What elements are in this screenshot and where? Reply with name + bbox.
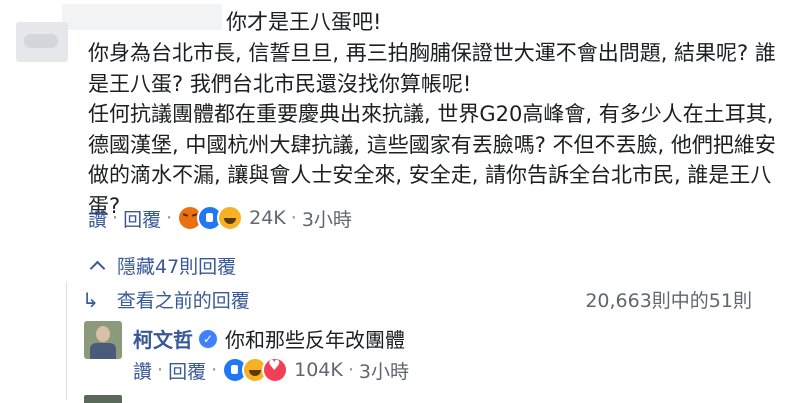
reply-thread-line [66, 282, 67, 400]
hide-replies-label: 隱藏47則回覆 [117, 256, 237, 278]
reply-link[interactable]: 回覆 [123, 205, 161, 232]
reply-author-name[interactable]: 柯文哲 [133, 324, 193, 353]
comment-headline: 你才是王八蛋吧! [226, 10, 382, 34]
reply-action-bar: 讚 · 回覆 · 104K · 3小時 [133, 357, 409, 383]
separator-dot: · [290, 207, 297, 229]
comment-body: 你身為台北市長, 信誓旦旦, 再三拍胸脯保證世大運不會出問題, 結果呢? 誰是王… [88, 38, 788, 221]
view-previous-replies-link[interactable]: 查看之前的回覆 [117, 286, 250, 313]
reply-timestamp[interactable]: 3小時 [359, 357, 409, 384]
reply-reaction-count[interactable]: 104K [294, 359, 343, 381]
chevron-up-icon [89, 260, 106, 277]
like-link[interactable]: 讚 [88, 205, 107, 232]
comment-paragraph-1: 你身為台北市長, 信誓旦旦, 再三拍胸脯保證世大運不會出問題, 結果呢? 誰是王… [88, 41, 776, 96]
separator-dot: · [112, 207, 119, 229]
reply-author-avatar[interactable] [84, 321, 122, 359]
reply-like-link[interactable]: 讚 [133, 357, 152, 384]
separator-dot: · [211, 359, 218, 381]
love-icon [262, 357, 289, 383]
blurred-author-name [62, 4, 222, 30]
haha-icon [217, 205, 244, 231]
comment-timestamp[interactable]: 3小時 [302, 205, 352, 232]
comment-action-bar: 讚 · 回覆 · 24K · 3小時 [88, 205, 352, 231]
avatar-head [96, 326, 110, 342]
separator-dot: · [157, 359, 164, 381]
separator-dot: · [347, 359, 354, 381]
reply-arrow-icon: ↳ [82, 287, 99, 312]
avatar-body [90, 343, 116, 359]
view-previous-replies-row: ↳ 查看之前的回覆 20,663則中的51則 [80, 286, 752, 313]
separator-dot: · [166, 207, 173, 229]
reaction-summary[interactable] [177, 205, 244, 231]
reply-text: 你和那些反年改團體 [225, 328, 405, 352]
hide-replies-link[interactable]: 隱藏47則回覆 [88, 252, 236, 279]
reply-reply-link[interactable]: 回覆 [168, 357, 206, 384]
next-reply-avatar[interactable] [84, 395, 122, 403]
verified-badge-icon: ✓ [199, 329, 217, 348]
commenter-avatar[interactable] [16, 22, 68, 62]
reaction-count[interactable]: 24K [249, 207, 286, 229]
reply-item: 柯文哲 ✓ 你和那些反年改團體 [133, 324, 405, 353]
comment-paragraph-2: 任何抗議團體都在重要慶典出來抗議, 世界G20高峰會, 有多少人在土耳其, 德國… [88, 102, 776, 218]
reply-reaction-summary[interactable] [222, 357, 289, 383]
reply-count-text: 20,663則中的51則 [585, 290, 752, 312]
